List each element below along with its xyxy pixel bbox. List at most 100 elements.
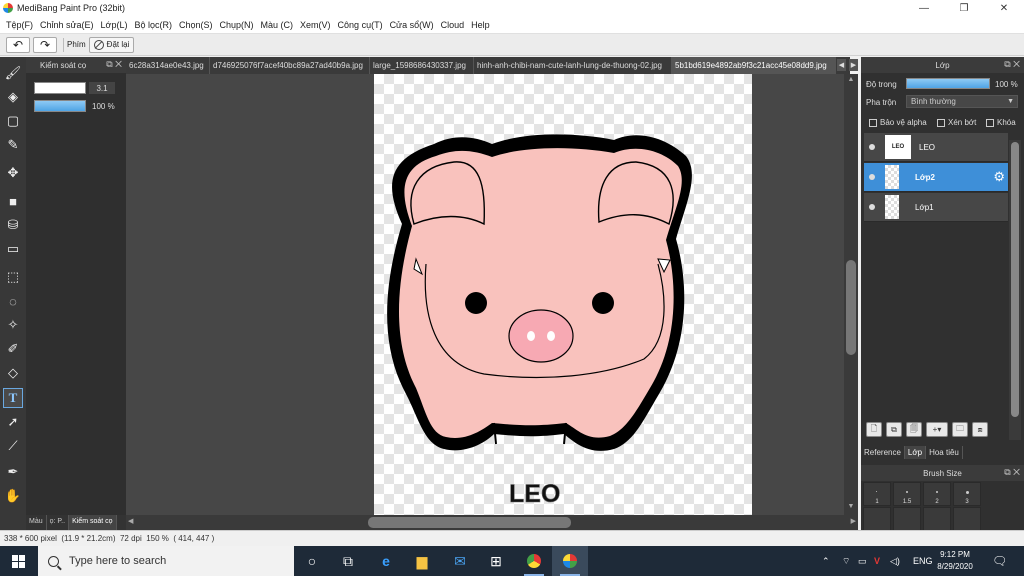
copy-layer-button[interactable]: ⧉ xyxy=(886,422,902,437)
brush-size-cell[interactable]: 1 xyxy=(863,482,891,506)
hand-tool[interactable]: ✋ xyxy=(3,486,23,506)
brush-size-cell[interactable]: 3 xyxy=(953,482,981,506)
bucket-tool[interactable]: ⛁ xyxy=(3,215,23,235)
brush-size-cell[interactable] xyxy=(863,507,891,531)
taskbar-search[interactable]: Type here to search xyxy=(38,546,294,576)
network-icon[interactable]: ⌔ xyxy=(842,546,850,576)
menu-file[interactable]: Tệp(F) xyxy=(6,20,33,30)
menu-view[interactable]: Xem(V) xyxy=(300,20,331,30)
brush-size-cell[interactable] xyxy=(923,507,951,531)
brush-size-value[interactable]: 3.1 xyxy=(89,82,115,94)
menu-color[interactable]: Màu (C) xyxy=(261,20,294,30)
horizontal-scrollbar[interactable]: ◀ ▶ xyxy=(126,515,858,530)
edge-button[interactable]: e xyxy=(368,546,404,576)
start-button[interactable] xyxy=(0,546,36,576)
gear-icon[interactable]: ⚙ xyxy=(993,169,1005,185)
scroll-right-icon[interactable]: ▶ xyxy=(851,517,856,525)
magic-wand-tool[interactable]: ✧ xyxy=(3,315,23,335)
doc-tab-active[interactable]: 5b1bd619e4892ab9f3c21acc45e08dd9.jpg xyxy=(672,57,836,74)
visibility-eye-icon[interactable] xyxy=(869,204,875,210)
menu-help[interactable]: Help xyxy=(471,20,490,30)
canvas-area[interactable]: LEO xyxy=(126,74,844,515)
minimize-button[interactable]: — xyxy=(904,0,944,16)
layer-item[interactable]: LEO LEO xyxy=(864,133,1008,162)
operation-tool[interactable]: ➚ xyxy=(3,412,23,432)
tray-chevron[interactable]: ⌃ xyxy=(822,546,830,576)
doc-tab[interactable]: large_1598686430337.jpg xyxy=(370,57,474,74)
cortana-button[interactable]: ○ xyxy=(294,546,330,576)
tab-layer[interactable]: Lớp xyxy=(904,446,927,459)
tab-brush[interactable]: ọ: P.. xyxy=(47,515,70,530)
chrome-button[interactable] xyxy=(516,546,552,576)
shape-tool[interactable]: ▢ xyxy=(3,111,23,131)
fill-rect-tool[interactable]: ■ xyxy=(3,191,23,211)
vivaldi-icon[interactable]: V xyxy=(874,546,880,576)
select-pen-tool[interactable]: ✐ xyxy=(3,339,23,359)
duplicate-layer-button[interactable]: 🗐 xyxy=(906,422,922,437)
eyedropper-tool[interactable]: ⟋ xyxy=(3,436,23,456)
monitor-icon[interactable]: ▭ xyxy=(858,546,867,576)
new-layer-button[interactable]: 🗋 xyxy=(866,422,882,437)
task-view-button[interactable]: ⧉ xyxy=(330,546,366,576)
menu-layer[interactable]: Lớp(L) xyxy=(101,20,128,30)
scroll-left-icon[interactable]: ◀ xyxy=(128,517,133,525)
tab-color[interactable]: Màu xyxy=(26,515,47,530)
clock[interactable]: 9:12 PM 8/29/2020 xyxy=(930,549,980,573)
vertical-scroll-thumb[interactable] xyxy=(846,260,856,355)
doc-tab[interactable]: hinh-anh-chibi-nam-cute-lanh-lung-de-thu… xyxy=(474,57,672,74)
brush-size-cell[interactable]: 1.5 xyxy=(893,482,921,506)
menu-select[interactable]: Chọn(S) xyxy=(179,20,213,30)
blend-mode-select[interactable]: Bình thường ▼ xyxy=(906,95,1018,108)
lock-checkbox[interactable]: Khóa xyxy=(986,118,1016,127)
horizontal-scroll-thumb[interactable] xyxy=(368,517,571,528)
eraser-tool[interactable]: ◈ xyxy=(3,87,23,107)
panel-controls[interactable]: ⧉ ✕ xyxy=(1004,467,1020,478)
visibility-eye-icon[interactable] xyxy=(869,144,875,150)
move-tool[interactable]: ✥ xyxy=(3,163,23,183)
scroll-down-icon[interactable]: ▼ xyxy=(846,503,856,513)
medibang-button[interactable] xyxy=(552,546,588,576)
drawing-canvas[interactable]: LEO xyxy=(374,74,752,515)
brush-opacity-slider[interactable] xyxy=(34,100,86,112)
panel-controls[interactable]: ⧉ ✕ xyxy=(106,59,122,70)
text-tool[interactable]: T xyxy=(3,388,23,408)
reset-button[interactable]: Đặt lại xyxy=(88,36,135,53)
vertical-scrollbar[interactable]: ▲ ▼ xyxy=(844,74,858,515)
file-explorer-button[interactable]: ▆ xyxy=(404,546,440,576)
merge-layer-button[interactable]: ⧈ xyxy=(972,422,988,437)
tab-prev-button[interactable]: ◀ xyxy=(837,59,846,71)
close-button[interactable]: ✕ xyxy=(984,0,1024,16)
doc-tab[interactable]: 6c28a314ae0e43.jpg xyxy=(126,57,210,74)
clipping-checkbox[interactable]: Xén bớt xyxy=(937,118,976,127)
layer-item[interactable]: Lớp1 xyxy=(864,193,1008,222)
scroll-up-icon[interactable]: ▲ xyxy=(846,76,856,86)
tab-next-button[interactable]: ▶ xyxy=(849,59,858,71)
tab-reference[interactable]: Reference xyxy=(861,446,905,459)
redo-button[interactable]: ↷ xyxy=(33,36,57,53)
brush-size-slider[interactable] xyxy=(34,82,86,94)
dot-tool[interactable]: ✎ xyxy=(3,135,23,155)
menu-window[interactable]: Cửa sổ(W) xyxy=(390,20,434,30)
select-eraser-tool[interactable]: ◇ xyxy=(3,363,23,383)
notification-button[interactable]: 🗨 xyxy=(992,546,1007,576)
brush-size-cell[interactable] xyxy=(953,507,981,531)
layer-list-scrollbar[interactable] xyxy=(1009,140,1021,440)
menu-tools[interactable]: Công cụ(T) xyxy=(338,20,383,30)
tab-navigator[interactable]: Hoa tiêu xyxy=(926,446,963,459)
select-tool[interactable]: ⬚ xyxy=(3,267,23,287)
panel-pen-tool[interactable]: ✒ xyxy=(3,462,23,482)
menu-snap[interactable]: Chụp(N) xyxy=(220,20,254,30)
tab-brush-control[interactable]: Kiểm soát cọ xyxy=(69,515,117,530)
layer-scroll-thumb[interactable] xyxy=(1011,142,1019,417)
volume-icon[interactable]: ◁) xyxy=(890,546,900,576)
menu-cloud[interactable]: Cloud xyxy=(441,20,465,30)
brush-size-cell[interactable]: 2 xyxy=(923,482,951,506)
add-layer-menu-button[interactable]: +▾ xyxy=(926,422,948,437)
new-folder-button[interactable]: 🗀 xyxy=(952,422,968,437)
visibility-eye-icon[interactable] xyxy=(869,174,875,180)
menu-filter[interactable]: Bộ lọc(R) xyxy=(134,20,172,30)
panel-controls[interactable]: ⧉ ✕ xyxy=(1004,59,1020,70)
store-button[interactable]: ⊞ xyxy=(478,546,514,576)
restore-button[interactable]: ❐ xyxy=(944,0,984,16)
lasso-tool[interactable]: ◌ xyxy=(3,291,23,311)
